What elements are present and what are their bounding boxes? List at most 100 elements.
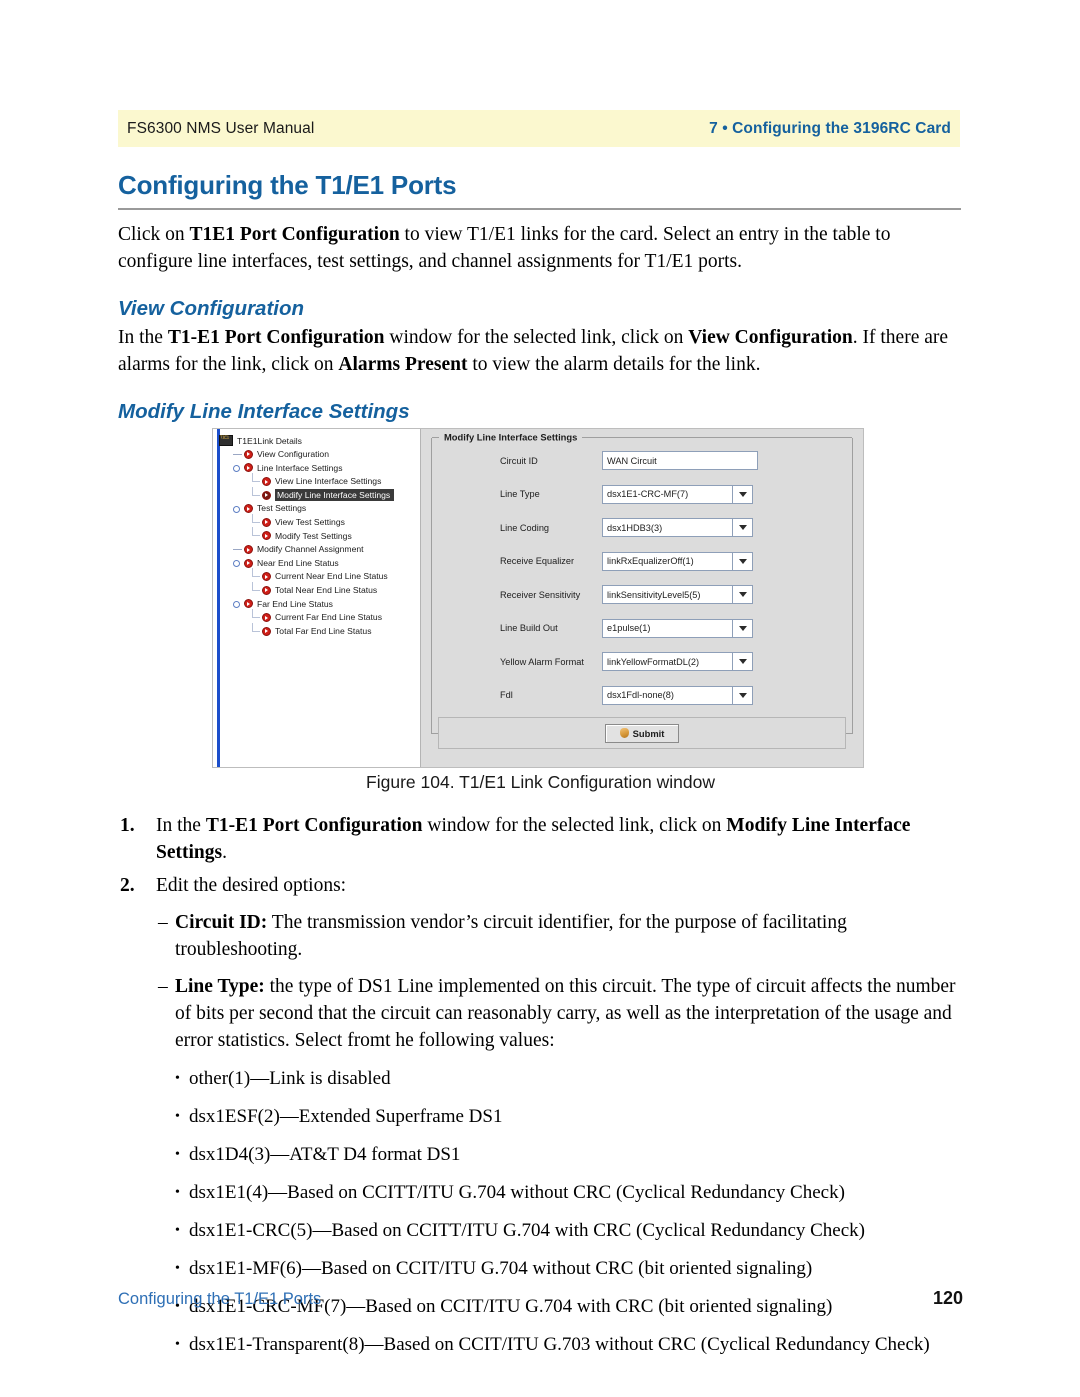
definition-item: – Circuit ID: The transmission vendor’s c… bbox=[158, 909, 966, 963]
field-control-circuit-id: WAN Circuit bbox=[602, 451, 758, 471]
definition-term: Line Type: bbox=[175, 976, 265, 997]
submit-button[interactable]: Submit bbox=[605, 723, 679, 743]
tree-root-label: T1E1Link Details bbox=[237, 435, 302, 446]
field-row-line-type: Line Type dsx1E1-CRC-MF(7) bbox=[432, 478, 852, 512]
line-type-value-item: • dsx1E1-CRC(5)—Based on CCITT/ITU G.704 … bbox=[175, 1218, 966, 1244]
tree-node-view-configuration[interactable]: View Configuration bbox=[213, 448, 420, 462]
dropdown-line-coding[interactable]: dsx1HDB3(3) bbox=[602, 518, 733, 538]
dropdown-fdl[interactable]: dsx1Fdl-none(8) bbox=[602, 685, 733, 705]
tree-node-total-far-end-line-status[interactable]: Total Far End Line Status bbox=[213, 622, 420, 638]
tree-node-bullet-icon bbox=[262, 531, 271, 541]
tree-node-far-end-line-status[interactable]: Far End Line Status bbox=[213, 597, 420, 611]
caret-glyph bbox=[738, 525, 747, 531]
definition-dash-marker: – bbox=[158, 912, 168, 933]
chevron-down-icon[interactable] bbox=[733, 585, 753, 605]
tree-node-total-near-end-line-status[interactable]: Total Near End Line Status bbox=[213, 581, 420, 598]
line-type-value-list: • other(1)—Link is disabled • dsx1ESF(2)—Ex… bbox=[118, 1066, 966, 1358]
bullet-marker: • bbox=[175, 1337, 180, 1352]
chevron-down-icon[interactable] bbox=[733, 484, 753, 504]
dropdown-yellow-alarm-format[interactable]: linkYellowFormatDL(2) bbox=[602, 652, 733, 672]
tree-root-node[interactable]: T1E1Link Details bbox=[213, 434, 420, 448]
dropdown-line-build-out[interactable]: e1pulse(1) bbox=[602, 618, 733, 638]
tree-expander-icon[interactable] bbox=[233, 463, 242, 472]
line-type-value-item: • dsx1E1(4)—Based on CCITT/ITU G.704 with… bbox=[175, 1180, 966, 1206]
tree-expander-icon[interactable] bbox=[233, 559, 242, 568]
navigation-tree-pane[interactable]: T1E1Link Details View Configuration Line … bbox=[213, 429, 421, 767]
dropdown-line-type[interactable]: dsx1E1-CRC-MF(7) bbox=[602, 484, 733, 504]
tree-node-near-end-line-status[interactable]: Near End Line Status bbox=[213, 556, 420, 570]
submit-icon bbox=[619, 728, 629, 738]
step-number: 2. bbox=[120, 875, 135, 896]
step-text-b1: T1-E1 Port Configuration bbox=[205, 815, 423, 836]
dropdown-receiver-sensitivity[interactable]: linkSensitivityLevel5(5) bbox=[602, 585, 733, 605]
tree-node-bullet-icon bbox=[244, 504, 253, 514]
view-configuration-paragraph: In the T1-E1 Port Configuration window f… bbox=[118, 324, 963, 378]
tree-node-label: Near End Line Status bbox=[257, 557, 339, 568]
field-control-line-type: dsx1E1-CRC-MF(7) bbox=[602, 484, 753, 504]
chevron-down-icon[interactable] bbox=[733, 685, 753, 705]
bullet-marker: • bbox=[175, 1147, 180, 1162]
dropdown-receive-equalizer[interactable]: linkRxEqualizerOff(1) bbox=[602, 551, 733, 571]
bullet-text: dsx1ESF(2)—Extended Superframe DS1 bbox=[189, 1106, 503, 1127]
tree-node-current-far-end-line-status[interactable]: Current Far End Line Status bbox=[213, 609, 420, 625]
title-divider bbox=[118, 208, 961, 210]
field-row-line-build-out: Line Build Out e1pulse(1) bbox=[432, 612, 852, 646]
tree-node-bullet-icon bbox=[244, 599, 253, 609]
field-row-yellow-alarm-format: Yellow Alarm Format linkYellowFormatDL(2) bbox=[432, 645, 852, 679]
running-header-left: FS6300 NMS User Manual bbox=[127, 119, 315, 137]
caret-glyph bbox=[738, 592, 747, 598]
chevron-down-icon[interactable] bbox=[733, 618, 753, 638]
tree-node-label: View Configuration bbox=[257, 449, 329, 460]
tree-node-modify-channel-assignment[interactable]: Modify Channel Assignment bbox=[213, 543, 420, 557]
field-row-receive-equalizer: Receive Equalizer linkRxEqualizerOff(1) bbox=[432, 545, 852, 579]
vc-bold-3: Alarms Present bbox=[338, 354, 468, 375]
tree-node-label: Total Far End Line Status bbox=[275, 625, 372, 636]
field-row-line-coding: Line Coding dsx1HDB3(3) bbox=[432, 511, 852, 545]
field-row-receiver-sensitivity: Receiver Sensitivity linkSensitivityLevel… bbox=[432, 578, 852, 612]
line-type-value-item: • dsx1ESF(2)—Extended Superframe DS1 bbox=[175, 1104, 966, 1130]
step-text-a: Edit the desired options: bbox=[156, 875, 347, 896]
tree-node-bullet-icon bbox=[262, 585, 271, 595]
chevron-down-icon[interactable] bbox=[733, 652, 753, 672]
chevron-down-icon[interactable] bbox=[733, 551, 753, 571]
tree-node-bullet-icon bbox=[244, 545, 253, 555]
caret-glyph bbox=[738, 692, 747, 698]
running-header: FS6300 NMS User Manual 7 • Configuring t… bbox=[118, 110, 960, 147]
tree-node-label: Current Far End Line Status bbox=[275, 612, 382, 623]
group-rule-left bbox=[432, 437, 439, 438]
tree-node-label: Current Near End Line Status bbox=[275, 571, 388, 582]
field-label-line-type: Line Type bbox=[500, 489, 540, 500]
tree-node-modify-test-settings[interactable]: Modify Test Settings bbox=[213, 527, 420, 543]
page-title: Configuring the T1/E1 Ports bbox=[118, 170, 457, 200]
tree-branch-line-icon bbox=[251, 609, 260, 622]
field-control-line-coding: dsx1HDB3(3) bbox=[602, 518, 753, 538]
chevron-down-icon[interactable] bbox=[733, 518, 753, 538]
section-heading-modify-line-interface-settings: Modify Line Interface Settings bbox=[118, 400, 410, 423]
definition-dash-marker: – bbox=[158, 976, 168, 997]
tree-branch-line-icon bbox=[251, 568, 260, 581]
bullet-text: dsx1E1-CRC(5)—Based on CCITT/ITU G.704 w… bbox=[189, 1220, 865, 1241]
tree-expander-icon[interactable] bbox=[233, 599, 242, 608]
tree-node-current-near-end-line-status[interactable]: Current Near End Line Status bbox=[213, 568, 420, 584]
intro-paragraph: Click on T1E1 Port Configuration to view… bbox=[118, 221, 963, 275]
tree-node-bullet-icon bbox=[262, 626, 271, 636]
tree-node-view-test-settings[interactable]: View Test Settings bbox=[213, 513, 420, 530]
tree-branch-line-icon bbox=[251, 473, 260, 486]
definition-item: – Line Type: the type of DS1 Line impleme… bbox=[158, 973, 966, 1054]
tree-branch-line-icon bbox=[251, 513, 260, 527]
bullet-text: other(1)—Link is disabled bbox=[189, 1068, 391, 1089]
definition-list: – Circuit ID: The transmission vendor’s c… bbox=[118, 909, 966, 1054]
group-box-label: Modify Line Interface Settings bbox=[444, 431, 578, 443]
tree-node-bullet-icon bbox=[244, 558, 253, 568]
text-input-circuit-id[interactable]: WAN Circuit bbox=[602, 451, 758, 471]
tree-node-line-interface-settings[interactable]: Line Interface Settings bbox=[213, 461, 420, 475]
tree-node-modify-line-interface-settings[interactable]: Modify Line Interface Settings bbox=[213, 486, 420, 502]
tree-expander-icon[interactable] bbox=[233, 504, 242, 513]
tree-node-test-settings[interactable]: Test Settings bbox=[213, 502, 420, 516]
field-row-circuit-id: Circuit ID WAN Circuit bbox=[432, 444, 852, 478]
tree-node-view-line-interface-settings[interactable]: View Line Interface Settings bbox=[213, 473, 420, 489]
vc-text-a: In the bbox=[118, 327, 168, 348]
figure-application-screenshot: T1E1Link Details View Configuration Line … bbox=[212, 428, 864, 768]
group-box-title-row: Modify Line Interface Settings bbox=[432, 432, 852, 443]
group-rule-right bbox=[582, 437, 852, 438]
